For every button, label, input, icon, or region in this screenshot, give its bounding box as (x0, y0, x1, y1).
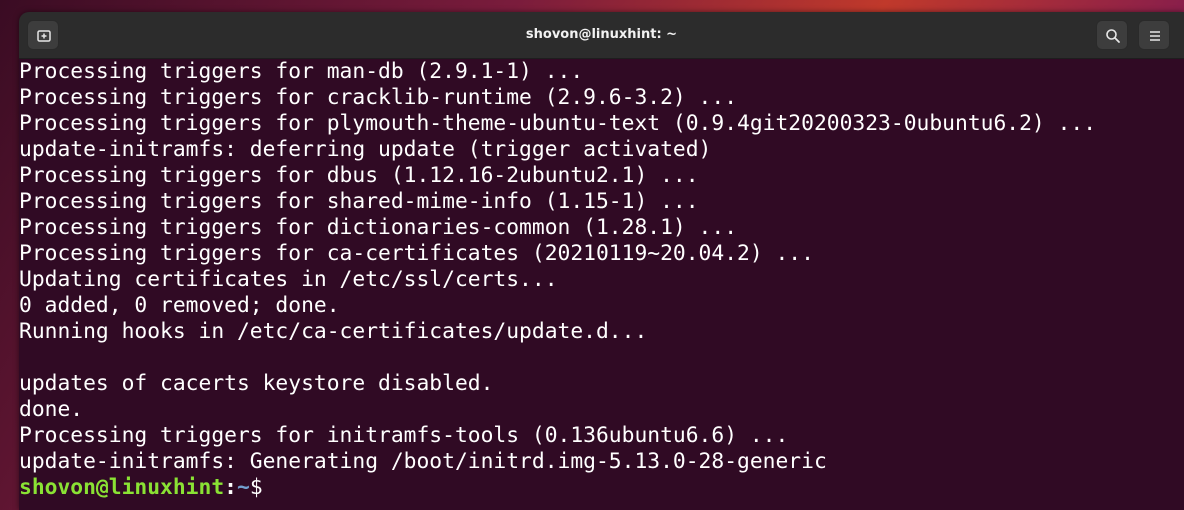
menu-button[interactable] (1138, 20, 1170, 50)
text-cursor (263, 478, 275, 498)
new-tab-button[interactable] (27, 20, 59, 50)
prompt-path: ~ (236, 475, 250, 500)
prompt-user-host: shovon@linuxhint (19, 475, 225, 500)
terminal-line: update-initramfs: Generating /boot/initr… (19, 449, 827, 474)
title-bar: shovon@linuxhint: ~ (19, 12, 1184, 59)
terminal-line: Processing triggers for ca-certificates … (19, 241, 814, 266)
terminal-line: Processing triggers for man-db (2.9.1-1)… (19, 59, 584, 84)
search-icon (1106, 29, 1120, 43)
terminal-line: done. (19, 397, 84, 422)
terminal-window: shovon@linuxhint: ~ Processing triggers … (19, 12, 1184, 510)
prompt-symbol: $ (249, 475, 263, 500)
terminal-line: 0 added, 0 removed; done. (19, 293, 340, 318)
terminal-line: Running hooks in /etc/ca-certificates/up… (19, 319, 648, 344)
new-tab-icon (37, 30, 51, 42)
terminal-line: Processing triggers for cracklib-runtime… (19, 85, 738, 110)
terminal-line: Processing triggers for dictionaries-com… (19, 215, 738, 240)
terminal-output[interactable]: Processing triggers for man-db (2.9.1-1)… (19, 59, 1184, 510)
search-button[interactable] (1096, 20, 1128, 50)
terminal-line: Processing triggers for initramfs-tools … (19, 423, 789, 448)
terminal-line: Processing triggers for shared-mime-info… (19, 189, 699, 214)
hamburger-menu-icon (1150, 31, 1160, 41)
terminal-line: Processing triggers for dbus (1.12.16-2u… (19, 163, 699, 188)
shell-prompt[interactable]: shovon@linuxhint:~$ (19, 475, 1184, 501)
terminal-line: Processing triggers for plymouth-theme-u… (19, 111, 1097, 136)
terminal-line: Updating certificates in /etc/ssl/certs.… (19, 267, 558, 292)
prompt-separator: : (224, 475, 237, 500)
terminal-line: updates of cacerts keystore disabled. (19, 371, 494, 396)
window-title: shovon@linuxhint: ~ (525, 27, 678, 42)
terminal-line: update-initramfs: deferring update (trig… (19, 137, 712, 162)
desktop-background: shovon@linuxhint: ~ Processing triggers … (0, 0, 1184, 510)
